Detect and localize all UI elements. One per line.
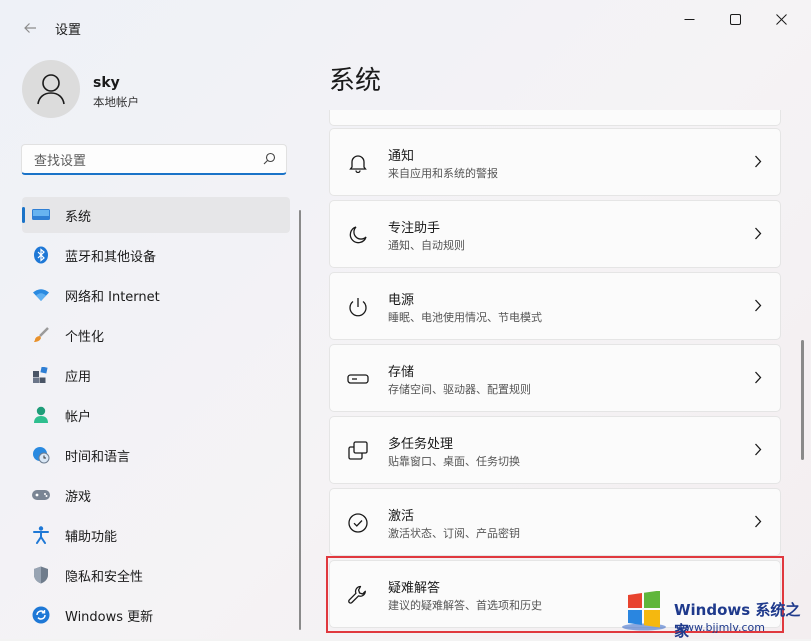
card-title: 多任务处理 — [388, 437, 454, 452]
sidebar-item-label: 应用 — [65, 369, 92, 385]
sidebar-item-label: 蓝牙和其他设备 — [65, 249, 157, 265]
card-subtitle: 贴靠窗口、桌面、任务切换 — [388, 455, 520, 468]
gamepad-icon — [32, 486, 50, 504]
sidebar-item-label: 隐私和安全性 — [65, 569, 144, 585]
maximize-button[interactable] — [712, 5, 758, 33]
sidebar-item-system[interactable]: 系统 — [22, 197, 290, 233]
settings-card-focus-assist[interactable]: 专注助手 通知、自动规则 — [329, 200, 781, 268]
back-button[interactable] — [16, 14, 44, 42]
sidebar-item-accounts[interactable]: 帐户 — [22, 397, 290, 433]
search-input[interactable] — [32, 150, 256, 172]
settings-window: 设置 sky 本地帐户 系统 蓝牙和其他设备 网络和 Internet — [0, 0, 811, 640]
card-subtitle: 通知、自动规则 — [388, 239, 465, 252]
sidebar-item-label: 网络和 Internet — [65, 289, 160, 305]
sidebar-item-bluetooth[interactable]: 蓝牙和其他设备 — [22, 237, 290, 273]
accessibility-icon — [32, 526, 50, 544]
account-type: 本地帐户 — [93, 95, 139, 109]
chevron-right-icon — [755, 515, 762, 528]
watermark: Windows 系统之家 www.bjjmlv.com — [612, 583, 811, 640]
sidebar-item-label: 游戏 — [65, 489, 92, 505]
update-icon — [32, 606, 50, 624]
user-name: sky — [93, 75, 120, 91]
settings-card-notifications[interactable]: 通知 来自应用和系统的警报 — [329, 128, 781, 196]
title-bar: 设置 — [0, 0, 811, 54]
sidebar-item-apps[interactable]: 应用 — [22, 357, 290, 393]
app-title: 设置 — [55, 23, 82, 38]
power-icon — [346, 295, 370, 319]
chevron-right-icon — [755, 227, 762, 240]
close-button[interactable] — [758, 5, 804, 33]
monitor-icon — [32, 206, 50, 224]
settings-card-storage[interactable]: 存储 存储空间、驱动器、配置规则 — [329, 344, 781, 412]
settings-card-power[interactable]: 电源 睡眠、电池使用情况、节电模式 — [329, 272, 781, 340]
sidebar-item-gaming[interactable]: 游戏 — [22, 477, 290, 513]
minimize-icon — [684, 18, 694, 20]
page-title: 系统 — [329, 66, 382, 96]
check-circle-icon — [346, 511, 370, 535]
chevron-right-icon — [755, 371, 762, 384]
sidebar-item-network[interactable]: 网络和 Internet — [22, 277, 290, 313]
card-title: 专注助手 — [388, 221, 441, 236]
person-icon — [37, 74, 65, 105]
minimize-button[interactable] — [666, 5, 712, 33]
globe-clock-icon — [32, 446, 50, 464]
card-subtitle: 激活状态、订阅、产品密钥 — [388, 527, 520, 540]
content-scrollbar[interactable] — [801, 340, 804, 460]
chevron-right-icon — [755, 155, 762, 168]
brush-icon — [32, 326, 50, 344]
sidebar-nav: 系统 蓝牙和其他设备 网络和 Internet 个性化 应用 帐户 时间和语言 — [22, 197, 290, 637]
wifi-icon — [32, 286, 50, 304]
settings-card-activation[interactable]: 激活 激活状态、订阅、产品密钥 — [329, 488, 781, 556]
shield-icon — [32, 566, 50, 584]
card-title: 存储 — [388, 365, 415, 380]
search-box[interactable] — [21, 144, 287, 175]
close-icon — [775, 13, 787, 25]
sidebar-item-label: 系统 — [65, 209, 92, 225]
card-title: 电源 — [388, 293, 415, 308]
chevron-right-icon — [755, 299, 762, 312]
search-icon — [263, 152, 276, 165]
card-subtitle: 来自应用和系统的警报 — [388, 167, 498, 180]
chevron-right-icon — [755, 443, 762, 456]
sidebar-item-accessibility[interactable]: 辅助功能 — [22, 517, 290, 553]
settings-card-multitasking[interactable]: 多任务处理 贴靠窗口、桌面、任务切换 — [329, 416, 781, 484]
sidebar-scrollbar[interactable] — [299, 210, 301, 630]
maximize-icon — [729, 13, 741, 25]
sidebar-item-label: 时间和语言 — [65, 449, 131, 465]
watermark-title: Windows 系统之家 — [674, 601, 801, 640]
sidebar-item-windows-update[interactable]: Windows 更新 — [22, 597, 290, 633]
moon-icon — [346, 223, 370, 247]
sidebar-item-label: 辅助功能 — [65, 529, 118, 545]
person-icon — [32, 406, 50, 424]
avatar[interactable] — [22, 60, 80, 118]
settings-card-partial[interactable] — [329, 110, 781, 126]
multitask-icon — [346, 439, 370, 463]
sidebar-item-label: Windows 更新 — [65, 609, 154, 625]
arrow-left-icon — [24, 23, 36, 33]
card-title: 通知 — [388, 149, 415, 164]
storage-icon — [346, 367, 370, 391]
watermark-url: www.bjjmlv.com — [676, 621, 765, 634]
card-subtitle: 睡眠、电池使用情况、节电模式 — [388, 311, 542, 324]
sidebar-item-personalization[interactable]: 个性化 — [22, 317, 290, 353]
card-subtitle: 存储空间、驱动器、配置规则 — [388, 383, 531, 396]
sidebar-item-privacy[interactable]: 隐私和安全性 — [22, 557, 290, 593]
bluetooth-icon — [32, 246, 50, 264]
windows-logo-icon — [622, 591, 666, 631]
card-title: 激活 — [388, 509, 415, 524]
bell-icon — [346, 151, 370, 175]
sidebar-item-label: 帐户 — [65, 409, 92, 425]
sidebar-item-label: 个性化 — [65, 329, 105, 345]
sidebar-item-time-language[interactable]: 时间和语言 — [22, 437, 290, 473]
apps-icon — [32, 366, 50, 384]
